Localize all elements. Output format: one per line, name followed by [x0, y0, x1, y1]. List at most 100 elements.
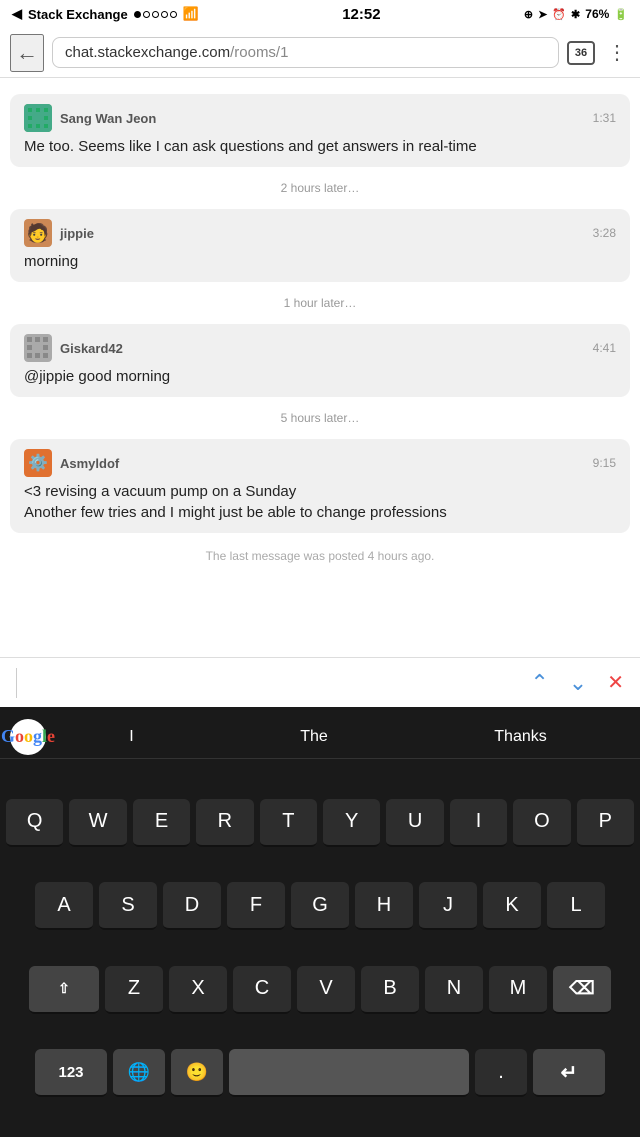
author-name: Asmyldof [60, 456, 119, 471]
chat-toolbar: ⌃ ⌄ ✕ [0, 657, 640, 707]
key-row-3: ⇧ Z X C V B N M ⌫ [0, 966, 640, 1014]
keyboard-suggestions-row: Google I The Thanks [0, 715, 640, 759]
key-c[interactable]: C [233, 966, 291, 1014]
time-separator-3: 5 hours later… [0, 403, 640, 433]
back-button[interactable]: ← [10, 34, 44, 72]
bluetooth-icon: ✱ [571, 8, 580, 21]
app-name: Stack Exchange [28, 7, 128, 22]
signal-strength [134, 11, 177, 18]
message-header: Giskard42 4:41 [24, 334, 616, 362]
battery-level: 76% [585, 7, 609, 21]
key-l[interactable]: L [547, 882, 605, 930]
google-logo: Google [10, 719, 46, 755]
message-header: 🧑 jippie 3:28 [24, 219, 616, 247]
message-text: morning [24, 251, 616, 272]
chat-area: Sang Wan Jeon 1:31 Me too. Seems like I … [0, 78, 640, 657]
message-text: @jippie good morning [24, 366, 616, 387]
key-123[interactable]: 123 [35, 1049, 107, 1097]
key-t[interactable]: T [260, 799, 317, 847]
message-text-line2: Another few tries and I might just be ab… [24, 502, 616, 523]
last-message-note: The last message was posted 4 hours ago. [0, 539, 640, 573]
key-x[interactable]: X [169, 966, 227, 1014]
message-group-giskard: Giskard42 4:41 @jippie good morning [10, 324, 630, 397]
message-time: 4:41 [593, 341, 616, 355]
key-q[interactable]: Q [6, 799, 63, 847]
message-time: 1:31 [593, 111, 616, 125]
key-row-4: 123 🌐 🙂 . ↵ [0, 1049, 640, 1097]
signal-dot-4 [161, 11, 168, 18]
key-y[interactable]: Y [323, 799, 380, 847]
location-icon: ⊕ [524, 8, 533, 21]
toolbar-close-button[interactable]: ✕ [607, 670, 624, 695]
key-i[interactable]: I [450, 799, 507, 847]
wifi-icon: 📶 [183, 6, 199, 22]
key-h[interactable]: H [355, 882, 413, 930]
scroll-down-button[interactable]: ⌄ [569, 670, 587, 696]
alarm-icon: ⏰ [552, 8, 566, 21]
signal-dot-5 [170, 11, 177, 18]
message-header: ⚙️ Asmyldof 9:15 [24, 449, 616, 477]
key-j[interactable]: J [419, 882, 477, 930]
suggestion-word-1[interactable]: I [119, 724, 143, 750]
key-e[interactable]: E [133, 799, 190, 847]
message-group-asmyldof: ⚙️ Asmyldof 9:15 <3 revising a vacuum pu… [10, 439, 630, 533]
toolbar-divider [16, 668, 17, 698]
key-row-1: Q W E R T Y U I O P [0, 799, 640, 847]
key-k[interactable]: K [483, 882, 541, 930]
suggestions-words: I The Thanks [46, 724, 630, 750]
suggestion-word-3[interactable]: Thanks [484, 724, 556, 750]
url-main: chat.stackexchange.com [65, 44, 230, 61]
key-g[interactable]: G [291, 882, 349, 930]
message-text: Me too. Seems like I can ask questions a… [24, 136, 616, 157]
key-b[interactable]: B [361, 966, 419, 1014]
time-separator-1: 2 hours later… [0, 173, 640, 203]
tab-count-button[interactable]: 36 [567, 41, 595, 65]
navigation-icon: ➤ [538, 8, 547, 21]
author-row: 🧑 jippie [24, 219, 94, 247]
message-text-line1: <3 revising a vacuum pump on a Sunday [24, 481, 616, 502]
key-r[interactable]: R [196, 799, 253, 847]
message-group-sang: Sang Wan Jeon 1:31 Me too. Seems like I … [10, 94, 630, 167]
key-p[interactable]: P [577, 799, 634, 847]
menu-button[interactable]: ⋮ [603, 40, 630, 65]
key-n[interactable]: N [425, 966, 483, 1014]
message-time: 9:15 [593, 456, 616, 470]
key-a[interactable]: A [35, 882, 93, 930]
author-row: ⚙️ Asmyldof [24, 449, 119, 477]
key-w[interactable]: W [69, 799, 126, 847]
key-v[interactable]: V [297, 966, 355, 1014]
url-path: /rooms/1 [230, 44, 288, 61]
key-m[interactable]: M [489, 966, 547, 1014]
key-backspace[interactable]: ⌫ [553, 966, 611, 1014]
url-bar[interactable]: chat.stackexchange.com /rooms/1 [52, 37, 559, 68]
avatar-giskard [24, 334, 52, 362]
key-space[interactable] [229, 1049, 469, 1097]
time-separator-2: 1 hour later… [0, 288, 640, 318]
avatar-jippie: 🧑 [24, 219, 52, 247]
status-bar: ◀ Stack Exchange 📶 12:52 ⊕ ➤ ⏰ ✱ 76% 🔋 [0, 0, 640, 28]
signal-dot-1 [134, 11, 141, 18]
key-shift[interactable]: ⇧ [29, 966, 99, 1014]
author-row: Sang Wan Jeon [24, 104, 156, 132]
key-o[interactable]: O [513, 799, 570, 847]
keyboard: Google I The Thanks Q W E R T Y U I O P … [0, 707, 640, 1137]
key-d[interactable]: D [163, 882, 221, 930]
message-header: Sang Wan Jeon 1:31 [24, 104, 616, 132]
key-emoji[interactable]: 🙂 [171, 1049, 223, 1097]
author-row: Giskard42 [24, 334, 123, 362]
author-name: jippie [60, 226, 94, 241]
clock: 12:52 [342, 6, 380, 23]
key-globe[interactable]: 🌐 [113, 1049, 165, 1097]
key-f[interactable]: F [227, 882, 285, 930]
key-enter[interactable]: ↵ [533, 1049, 605, 1097]
author-name: Sang Wan Jeon [60, 111, 156, 126]
back-arrow-icon: ◀ [12, 6, 22, 22]
scroll-up-button[interactable]: ⌃ [530, 670, 548, 696]
key-period[interactable]: . [475, 1049, 527, 1097]
avatar-asmyldof: ⚙️ [24, 449, 52, 477]
keyboard-rows: Q W E R T Y U I O P A S D F G H J K L ⇧ … [0, 759, 640, 1137]
key-z[interactable]: Z [105, 966, 163, 1014]
key-u[interactable]: U [386, 799, 443, 847]
suggestion-word-2[interactable]: The [290, 724, 338, 750]
key-s[interactable]: S [99, 882, 157, 930]
